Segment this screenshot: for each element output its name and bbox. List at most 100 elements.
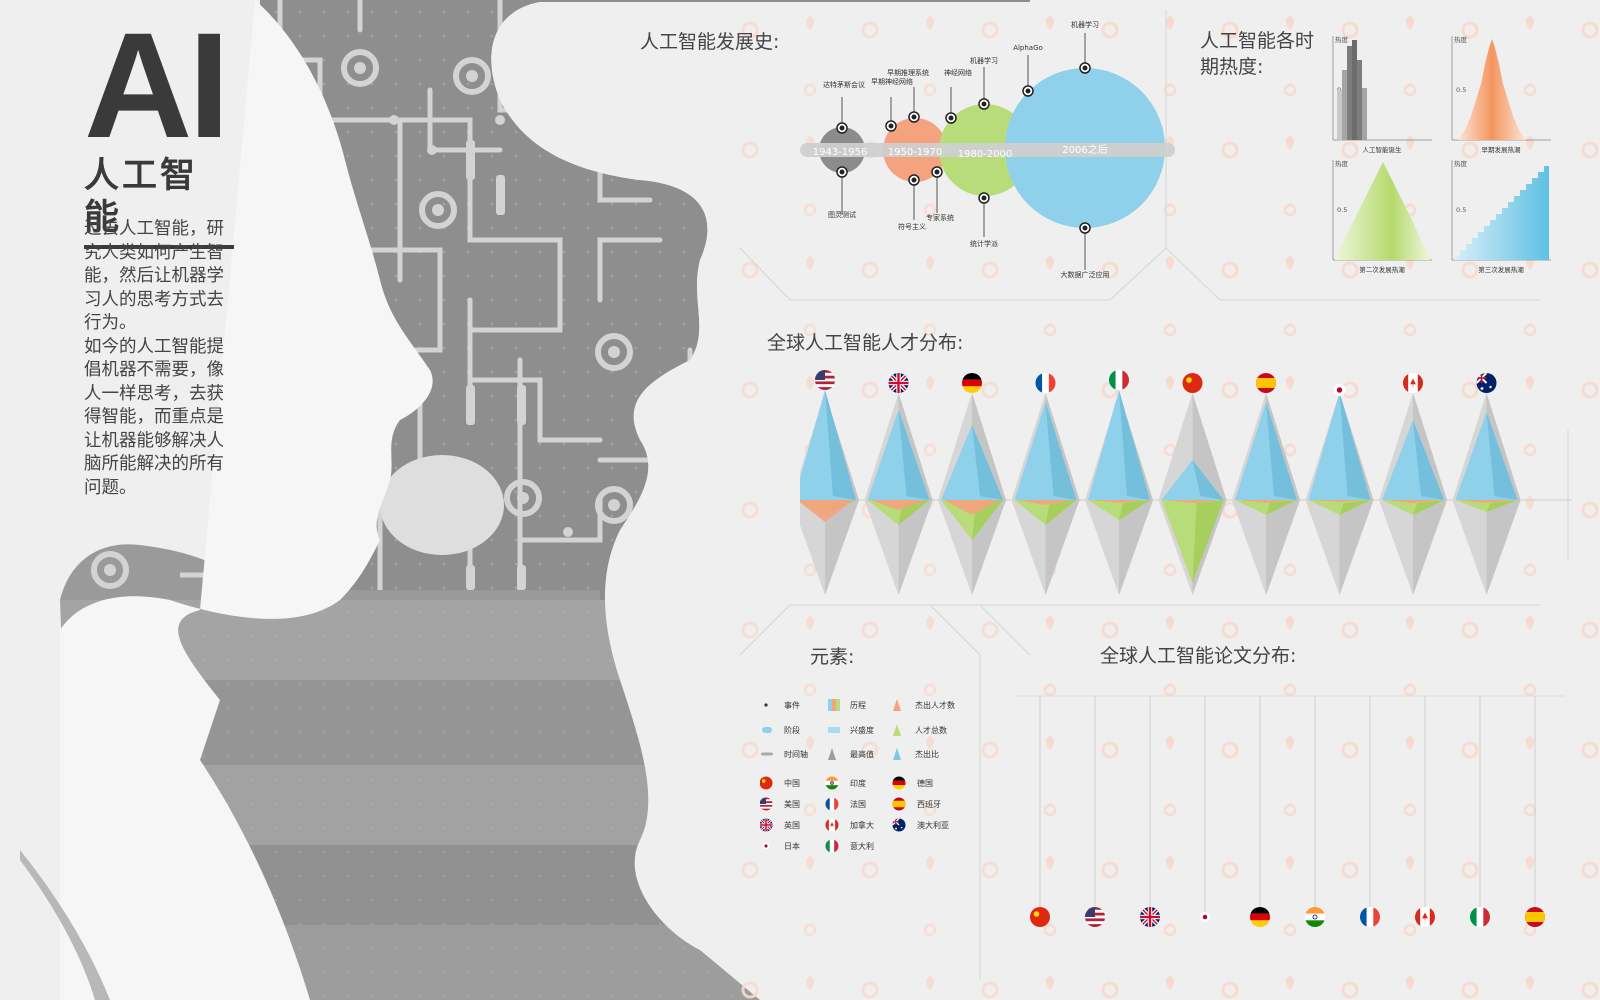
- talent-mark: [800, 370, 859, 595]
- ca-flag-icon: [825, 818, 839, 832]
- heat-title: 人工智能各时 期热度:: [1200, 28, 1314, 80]
- jp-flag-icon: [762, 842, 770, 850]
- legend-panel: 事件 历程 杰出人才数阶段 兴盛度 人才总数时间轴 最高值 杰出比中国 印度 德国美国 法国 西班牙…: [759, 690, 980, 864]
- legend-item-label: 时间轴: [784, 749, 808, 759]
- uk-flag-icon: [759, 818, 773, 832]
- flat-bars-icon: [828, 727, 840, 733]
- event-label: AlphaGo: [1013, 44, 1043, 52]
- legend-country-label: 澳大利亚: [917, 820, 949, 830]
- legend-item: 事件: [764, 700, 800, 710]
- event-label: 大数据广泛应用: [1061, 270, 1110, 279]
- legend-country: 日本: [762, 841, 800, 851]
- legend-graphic: 事件 历程 杰出人才数阶段 兴盛度 人才总数时间轴 最高值 杰出比中国 印度 德国美国 法国 西班牙…: [759, 699, 955, 853]
- hero-intro: 过去人工智能，研究人类如何产生智能，然后让机器学习人的思考方式去行为。 如今的人…: [84, 218, 238, 500]
- legend-item-label: 最高值: [850, 749, 874, 759]
- papers-chart: [1015, 695, 1565, 927]
- intro-paragraph: 过去人工智能，研究人类如何产生智能，然后让机器学习人的思考方式去行为。: [84, 219, 224, 333]
- history-title: 人工智能发展史:: [640, 31, 780, 53]
- legend-country: 意大利: [825, 839, 874, 853]
- legend-country-label: 美国: [784, 799, 800, 809]
- legend-country-label: 印度: [850, 778, 866, 788]
- tri-green-icon: [893, 724, 901, 736]
- legend-country-label: 中国: [784, 778, 800, 788]
- heat-tick-label: 0.5: [1456, 206, 1466, 214]
- period-label: 1980-2000: [958, 149, 1013, 160]
- event-label: 早期推理系统: [887, 68, 929, 77]
- bars-icon: [828, 699, 840, 711]
- talent-chart: [800, 370, 1572, 595]
- intro-paragraph: 如今的人工智能提倡机器不需要，像人一样思考，去获得智能，而重点是让机器能够解决人…: [84, 336, 224, 498]
- legend-item-label: 杰出比: [915, 749, 939, 759]
- heat-tick-label: 0.5: [1337, 206, 1347, 214]
- legend-item-label: 事件: [784, 700, 800, 710]
- it-flag-icon: [825, 839, 839, 853]
- es-flag-icon: [1525, 907, 1545, 927]
- legend-country-label: 西班牙: [917, 799, 941, 809]
- fr-flag-icon: [825, 797, 839, 811]
- us-flag-icon: [1085, 907, 1105, 927]
- de-flag-icon: [962, 373, 982, 393]
- legend-country-label: 德国: [917, 778, 933, 788]
- line-icon: [761, 752, 773, 756]
- event-label: 达特茅斯会议: [823, 80, 865, 89]
- tri-orange-icon: [893, 699, 901, 711]
- it-flag-icon: [1470, 907, 1490, 927]
- papers-title: 全球人工智能论文分布:: [1100, 645, 1297, 667]
- legend-item-label: 历程: [850, 701, 866, 710]
- jp-flag-icon: [1200, 912, 1210, 922]
- talent-mark: [1452, 373, 1521, 595]
- legend-item: 阶段: [762, 725, 800, 735]
- heat-panel-label: 早期发展热潮: [1482, 145, 1522, 154]
- legend-country: 美国: [759, 797, 800, 811]
- legend-country: 澳大利亚: [892, 818, 949, 832]
- es-flag-icon: [892, 797, 906, 811]
- event-label: 图灵测试: [828, 210, 856, 219]
- legend-country: 法国: [825, 797, 866, 811]
- heat-tick-label: 0.5: [1456, 86, 1466, 94]
- hero-title: AI: [84, 1, 230, 169]
- legend-item: 杰出比: [893, 748, 939, 760]
- legend-item: 人才总数: [893, 724, 947, 736]
- legend-item-label: 杰出人才数: [915, 700, 955, 710]
- heat-panel: 热度 0.5 早期发展热潮: [1451, 35, 1551, 154]
- talent-mark: [938, 373, 1006, 595]
- talent-mark: [864, 373, 933, 595]
- heat-title-line: 期热度:: [1200, 56, 1264, 78]
- legend-item-label: 人才总数: [915, 725, 947, 735]
- legend-country-label: 法国: [850, 799, 866, 809]
- talent-mark: [1305, 384, 1374, 595]
- heat-panel: 热度 0.5 第三次发展热潮: [1451, 159, 1551, 274]
- legend-item: 历程: [828, 699, 866, 711]
- legend-item-label: 阶段: [784, 725, 800, 735]
- legend-title: 元素:: [810, 646, 855, 668]
- talent-mark: [1379, 373, 1447, 595]
- talent-mark: [1158, 373, 1227, 595]
- event-label: 机器学习: [1071, 20, 1099, 29]
- legend-item: 最高值: [828, 748, 874, 760]
- au-flag-icon: [892, 818, 906, 832]
- legend-country: 德国: [892, 776, 933, 790]
- event-label: 早期神经网络: [871, 77, 913, 86]
- legend-country-label: 意大利: [850, 841, 874, 851]
- heat-axis-label: 热度: [1335, 35, 1349, 44]
- light-blob: [380, 455, 504, 555]
- dot-icon: [764, 703, 768, 707]
- talent-mark: [1011, 373, 1080, 595]
- legend-country: 英国: [759, 818, 800, 832]
- event-label: 专家系统: [926, 213, 954, 222]
- event-label: 机器学习: [970, 56, 998, 65]
- legend-country-label: 日本: [784, 841, 800, 851]
- heat-panel: 热度 0.5 人工智能诞生: [1332, 35, 1432, 154]
- legend-item: 杰出人才数: [893, 699, 955, 711]
- heat-panel-label: 人工智能诞生: [1363, 145, 1403, 154]
- legend-item: 兴盛度: [828, 725, 874, 735]
- de-flag-icon: [892, 776, 906, 790]
- talent-title: 全球人工智能人才分布:: [767, 332, 964, 354]
- uk-flag-icon: [888, 373, 909, 393]
- heat-axis-label: 热度: [1454, 35, 1468, 44]
- heat-title-line: 人工智能各时: [1200, 30, 1315, 52]
- ca-flag-icon: [1415, 907, 1435, 927]
- in-flag-icon: [1305, 907, 1325, 927]
- ca-flag-icon: [1403, 373, 1423, 393]
- talent-mark: [1085, 370, 1153, 595]
